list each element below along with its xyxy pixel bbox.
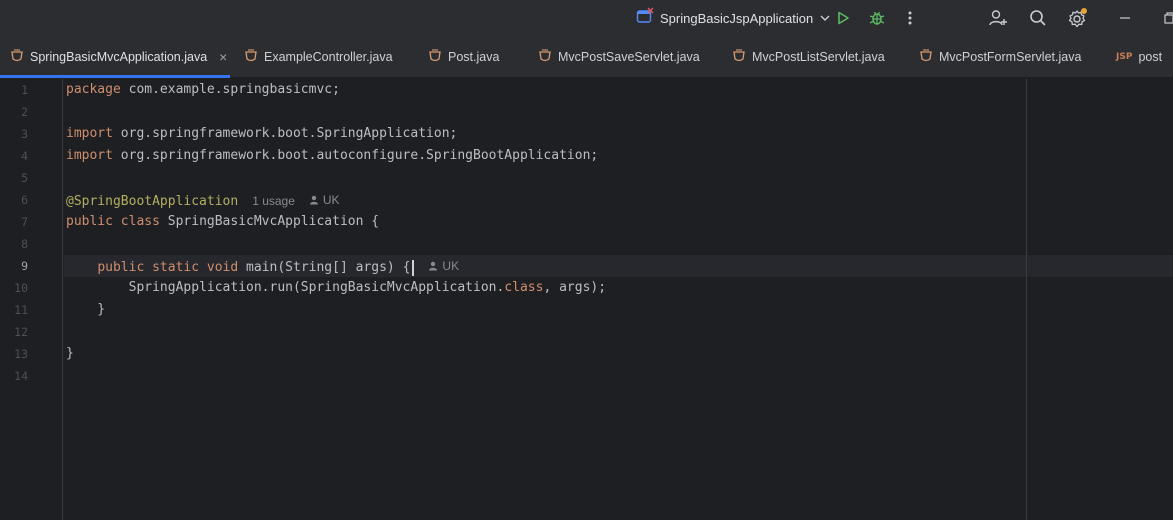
- line-number: 1: [21, 83, 28, 97]
- tab-post-jsp[interactable]: JSP post: [1116, 36, 1162, 78]
- tab-label: ExampleController.java: [264, 50, 393, 64]
- code-line-13[interactable]: }: [66, 343, 74, 365]
- author-name: UK: [322, 193, 340, 207]
- code-text: com.example.springbasicmvc;: [120, 82, 340, 97]
- code-line-11[interactable]: }: [66, 299, 105, 321]
- active-tab-indicator: [0, 75, 230, 78]
- keyword: public: [66, 214, 113, 229]
- keyword: public: [97, 260, 145, 275]
- tab-label: SpringBasicMvcApplication.java: [30, 50, 208, 64]
- code-text: org.springframework.boot.autoconfigure.S…: [112, 148, 599, 163]
- run-config-icon: [636, 7, 654, 29]
- editor-tab-bar: SpringBasicMvcApplication.java × Example…: [0, 36, 1173, 78]
- keyword: static: [152, 260, 200, 275]
- java-class-icon: [919, 48, 933, 66]
- usages-inlay-hint[interactable]: 1 usage: [252, 190, 295, 212]
- code-line-9[interactable]: public static void main(String[] args) {…: [66, 255, 459, 277]
- code-line-6[interactable]: @SpringBootApplication 1 usage UK: [66, 189, 340, 211]
- keyword: void: [206, 260, 239, 275]
- text-caret: [412, 259, 415, 276]
- code-line-4[interactable]: import org.springframework.boot.autoconf…: [66, 145, 598, 167]
- add-user-icon[interactable]: [986, 6, 1010, 30]
- java-class-icon: [538, 48, 552, 66]
- line-number: 6: [21, 193, 28, 207]
- run-config-label: SpringBasicJspApplication: [660, 10, 814, 26]
- line-number: 2: [21, 105, 28, 119]
- line-number: 7: [21, 215, 28, 229]
- more-icon[interactable]: [898, 6, 922, 30]
- title-bar: SpringBasicJspApplication: [0, 0, 1173, 36]
- line-number: 4: [21, 149, 28, 163]
- tab-label: MvcPostListServlet.java: [752, 50, 885, 64]
- java-class-icon: [10, 48, 24, 66]
- user-icon: [429, 261, 438, 271]
- user-icon: [309, 195, 318, 205]
- line-number: 13: [14, 347, 28, 361]
- close-icon[interactable]: ×: [219, 49, 227, 65]
- code-text: }: [66, 346, 74, 361]
- tab-label: MvcPostSaveServlet.java: [558, 50, 700, 64]
- tab-label: Post.java: [448, 50, 500, 64]
- keyword: import: [66, 126, 113, 141]
- tab-label: post: [1138, 50, 1163, 64]
- minimize-icon[interactable]: [1113, 6, 1137, 30]
- keyword: package: [66, 82, 121, 97]
- author-name: UK: [442, 259, 460, 273]
- restore-icon[interactable]: [1158, 6, 1173, 30]
- right-margin-guide: [1026, 79, 1027, 520]
- code-text: main(String[] args) {: [238, 260, 411, 275]
- code-text: SpringBasicMvcApplication {: [159, 214, 380, 229]
- line-number: 8: [21, 237, 28, 251]
- author-inlay-hint[interactable]: UK: [309, 189, 340, 211]
- tab-spring-basic-mvc-application[interactable]: SpringBasicMvcApplication.java ×: [0, 36, 230, 78]
- code-text: SpringApplication.run(SpringBasicMvcAppl…: [128, 280, 505, 295]
- line-number-current: 9: [21, 259, 28, 273]
- search-icon[interactable]: [1026, 6, 1050, 30]
- code-line-10[interactable]: SpringApplication.run(SpringBasicMvcAppl…: [66, 277, 606, 299]
- run-icon[interactable]: [831, 6, 855, 30]
- keyword: class: [120, 214, 160, 229]
- line-number: 11: [14, 303, 28, 317]
- tab-label: MvcPostFormServlet.java: [939, 50, 1082, 64]
- code-text: , args);: [543, 280, 607, 295]
- java-class-icon: [428, 48, 442, 66]
- code-editor[interactable]: 1 2 3 4 5 6 7 8 9 10 11 12 13 14 package…: [0, 79, 1173, 520]
- java-class-icon: [244, 48, 258, 66]
- line-number-gutter[interactable]: 1 2 3 4 5 6 7 8 9 10 11 12 13 14: [0, 79, 63, 520]
- tab-post[interactable]: Post.java: [428, 36, 499, 78]
- line-number: 3: [21, 127, 28, 141]
- annotation: @SpringBootApplication: [66, 194, 239, 209]
- code-line-7[interactable]: public class SpringBasicMvcApplication {: [66, 211, 379, 233]
- line-number: 12: [14, 325, 28, 339]
- line-number: 10: [14, 281, 28, 295]
- chevron-down-icon[interactable]: [819, 9, 831, 28]
- tab-mvc-post-list-servlet[interactable]: MvcPostListServlet.java: [732, 36, 885, 78]
- keyword: class: [504, 280, 544, 295]
- code-line-3[interactable]: import org.springframework.boot.SpringAp…: [66, 123, 457, 145]
- code-text: org.springframework.boot.SpringApplicati…: [112, 126, 458, 141]
- code-line-1[interactable]: package com.example.springbasicmvc;: [66, 79, 340, 101]
- code-text: }: [66, 302, 106, 317]
- settings-icon[interactable]: [1065, 6, 1089, 30]
- keyword: import: [66, 148, 113, 163]
- usage-count: 1 usage: [252, 194, 295, 208]
- tab-example-controller[interactable]: ExampleController.java: [244, 36, 393, 78]
- java-class-icon: [732, 48, 746, 66]
- line-number: 14: [14, 369, 28, 383]
- run-configuration-selector[interactable]: SpringBasicJspApplication: [636, 6, 831, 30]
- jsp-file-icon: JSP: [1116, 52, 1133, 62]
- tab-mvc-post-save-servlet[interactable]: MvcPostSaveServlet.java: [538, 36, 700, 78]
- tab-mvc-post-form-servlet[interactable]: MvcPostFormServlet.java: [919, 36, 1081, 78]
- line-number: 5: [21, 171, 28, 185]
- debug-icon[interactable]: [865, 6, 889, 30]
- author-inlay-hint[interactable]: UK: [428, 255, 459, 277]
